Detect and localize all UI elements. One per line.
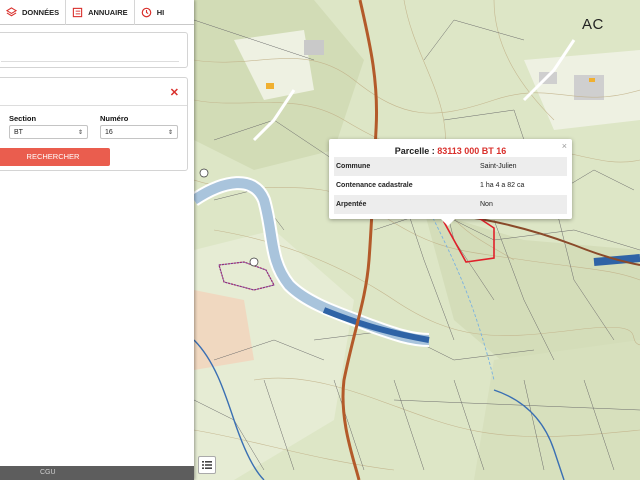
parcel-reference: 83113 000 BT 16 — [437, 146, 507, 156]
cgu-link[interactable]: CGU — [40, 469, 56, 476]
popup-row-key: Contenance cadastrale — [336, 182, 413, 189]
parcel-popup: × Parcelle : 83113 000 BT 16 Commune Sai… — [329, 139, 572, 226]
side-panel: DONNÉES ANNUAIRE HI ✕ Section BT ⇕ Numér… — [0, 0, 194, 480]
topographic-map — [194, 0, 640, 480]
tab-historique[interactable]: HI — [135, 0, 171, 25]
popup-row-value: Saint-Julien — [480, 163, 517, 170]
popup-title-prefix: Parcelle : — [394, 146, 438, 156]
footer: CGU — [0, 466, 194, 480]
section-label: Section — [9, 114, 37, 123]
popup-row-value: Non — [480, 201, 493, 208]
layers-icon — [6, 6, 17, 16]
numero-select[interactable]: 16 ⇕ — [100, 125, 178, 139]
popup-title: Parcelle : 83113 000 BT 16 — [329, 146, 572, 156]
section-select[interactable]: BT ⇕ — [9, 125, 88, 139]
select-arrows-icon: ⇕ — [167, 129, 173, 136]
tab-donnees[interactable]: DONNÉES — [0, 0, 67, 25]
popup-row-arpentee: Arpentée Non — [334, 195, 567, 214]
popup-row-key: Arpentée — [336, 201, 367, 208]
popup-row-contenance: Contenance cadastrale 1 ha 4 a 82 ca — [334, 176, 567, 195]
list-icon — [202, 461, 212, 469]
map-view[interactable]: AC — [194, 0, 640, 480]
search-box — [0, 32, 188, 68]
section-select-value: BT — [14, 128, 23, 136]
popup-row-commune: Commune Saint-Julien — [334, 157, 567, 176]
legend-toggle-button[interactable] — [198, 456, 216, 474]
divider — [1, 61, 179, 62]
tab-historique-label: HI — [156, 7, 165, 17]
clock-icon — [141, 7, 151, 17]
numero-label: Numéro — [100, 114, 129, 123]
popup-row-key: Commune — [336, 163, 371, 170]
popup-row-value: 1 ha 4 a 82 ca — [480, 182, 525, 189]
tab-annuaire[interactable]: ANNUAIRE — [66, 0, 135, 25]
tab-annuaire-label: ANNUAIRE — [88, 7, 128, 17]
top-navigation: DONNÉES ANNUAIRE HI — [0, 0, 194, 25]
form-header — [0, 78, 187, 106]
numero-select-value: 16 — [105, 128, 113, 136]
directory-icon — [72, 7, 83, 17]
select-arrows-icon: ⇕ — [77, 129, 83, 136]
tab-donnees-label: DONNÉES — [22, 7, 60, 17]
map-place-label: AC — [582, 16, 604, 33]
close-icon[interactable]: ✕ — [170, 88, 179, 99]
search-button[interactable]: RECHERCHER — [0, 148, 110, 166]
